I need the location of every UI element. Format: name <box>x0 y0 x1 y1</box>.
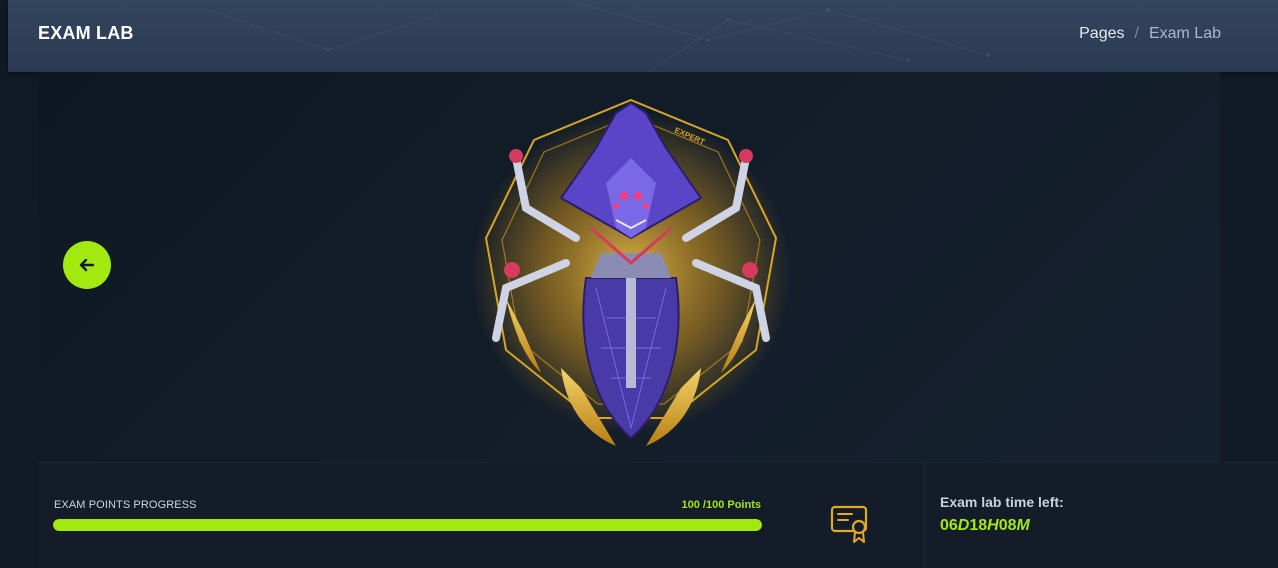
timer-minutes: 08 <box>998 517 1017 534</box>
breadcrumb: Pages / Exam Lab <box>1079 25 1221 43</box>
timer-hours-unit: H <box>987 517 999 534</box>
breadcrumb-pages-link[interactable]: Pages <box>1079 25 1124 43</box>
progress-panel: EXAM POINTS PROGRESS 100 /100 Points Exa… <box>38 462 1278 568</box>
progress-label: EXAM POINTS PROGRESS <box>54 499 197 511</box>
expert-badge: EXPERT <box>471 98 791 446</box>
timer-days: 06 <box>940 517 958 534</box>
certificate-icon[interactable] <box>830 503 870 545</box>
progress-bar <box>53 519 762 531</box>
breadcrumb-separator: / <box>1134 25 1139 42</box>
time-left-value: 06D18H08M <box>940 517 1030 535</box>
timer-days-unit: D <box>957 517 970 534</box>
panel-divider <box>924 463 925 568</box>
timer-hours: 18 <box>969 517 988 534</box>
page-header: EXAM LAB Pages / Exam Lab <box>8 0 1278 72</box>
time-left-label: Exam lab time left: <box>940 494 1064 510</box>
arrow-left-icon <box>79 258 95 272</box>
back-button[interactable] <box>63 241 111 289</box>
points-label: 100 /100 Points <box>681 499 762 511</box>
timer-minutes-unit: M <box>1016 517 1030 534</box>
progress-fill <box>53 519 762 531</box>
breadcrumb-current: Exam Lab <box>1148 25 1221 42</box>
page-title: EXAM LAB <box>38 23 134 43</box>
